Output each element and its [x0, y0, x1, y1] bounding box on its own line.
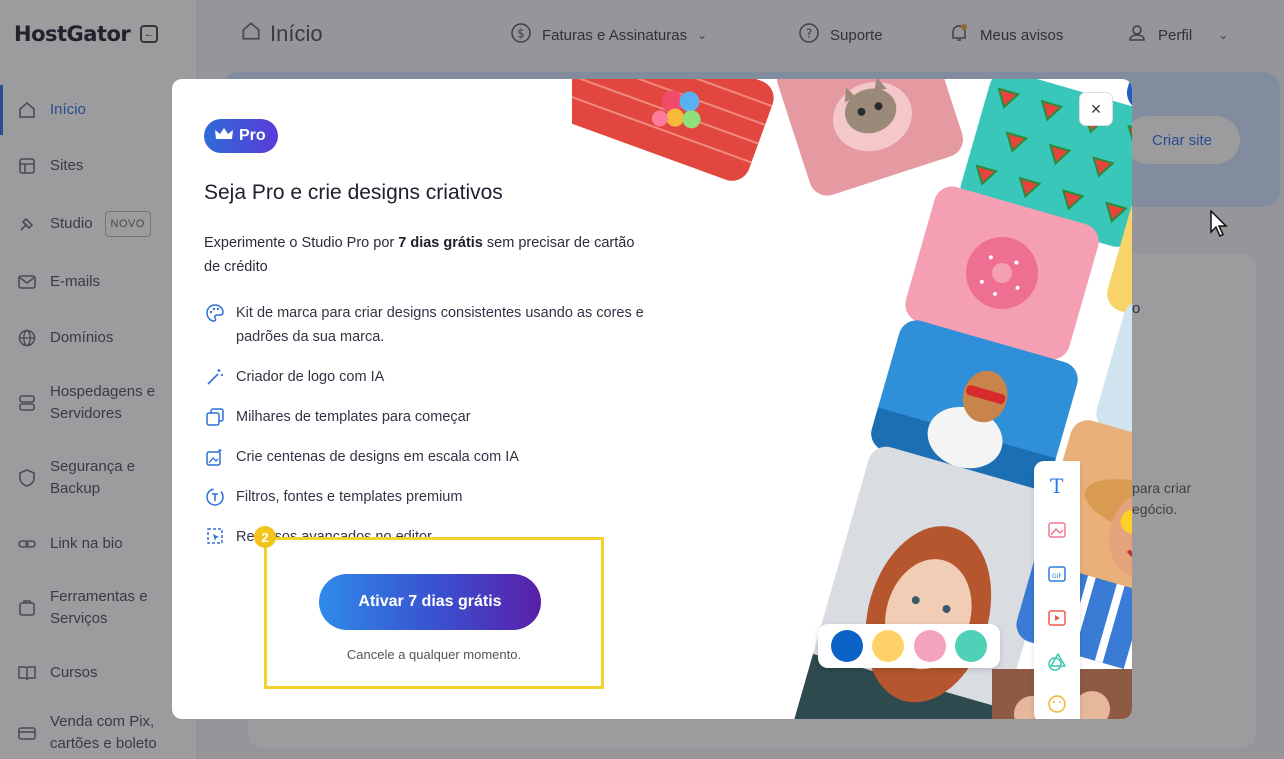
feature-item: Milhares de templates para começar [204, 405, 654, 429]
crown-icon [214, 126, 234, 147]
magic-wand-icon [204, 366, 226, 388]
color-swatch[interactable] [830, 630, 863, 662]
subtitle-text: Experimente o Studio Pro por [204, 235, 399, 251]
close-icon[interactable]: × [1080, 93, 1112, 125]
feature-text: Filtros, fontes e templates premium [236, 489, 463, 505]
pro-badge-label: Pro [239, 127, 266, 144]
balloons-image [572, 79, 779, 186]
editor-toolbar: T GIF [1034, 461, 1080, 719]
cancel-note: Cancele a qualquer momento. [346, 647, 522, 662]
feature-text: Milhares de templates para começar [236, 409, 471, 425]
activate-trial-button[interactable]: Ativar 7 dias grátis [319, 574, 541, 630]
feature-item: Crie centenas de designs em escala com I… [204, 445, 654, 469]
pro-badge: Pro [204, 119, 278, 153]
sticker-tool-icon[interactable] [1046, 693, 1068, 715]
color-swatch[interactable] [913, 630, 946, 662]
images-icon [204, 446, 226, 468]
feature-text: Criador de logo com IA [236, 369, 385, 385]
mouse-cursor-icon [1210, 210, 1228, 238]
modal-subtitle: Experimente o Studio Pro por 7 dias grát… [204, 231, 654, 279]
svg-text:GIF: GIF [1052, 573, 1062, 580]
step-number-badge: 2 [254, 526, 276, 548]
text-tool-icon[interactable]: T [1046, 475, 1068, 497]
svg-text:T: T [1050, 475, 1064, 497]
copy-icon [204, 406, 226, 428]
cat-image [772, 79, 968, 201]
brand-colors-palette [818, 624, 1000, 668]
select-icon [204, 525, 226, 547]
feature-text: Kit de marca para criar designs consiste… [236, 305, 644, 345]
modal-title: Seja Pro e crie designs criativos [204, 181, 503, 204]
pro-upgrade-modal: T GIF Pro Seja Pro e crie designs criati… [172, 79, 1132, 719]
feature-text: Crie centenas de designs em escala com I… [236, 449, 519, 465]
gif-tool-icon[interactable]: GIF [1046, 563, 1068, 585]
color-swatch[interactable] [872, 630, 905, 662]
feature-item: Kit de marca para criar designs consiste… [204, 301, 654, 349]
text-sparkle-icon [204, 486, 226, 508]
subtitle-highlight: 7 dias grátis [398, 235, 483, 251]
shapes-tool-icon[interactable] [1046, 651, 1068, 673]
feature-item: Filtros, fontes e templates premium [204, 485, 654, 509]
palette-icon [204, 302, 226, 324]
color-swatch[interactable] [955, 630, 988, 662]
feature-item: Criador de logo com IA [204, 365, 654, 389]
image-tool-icon[interactable] [1046, 519, 1068, 541]
video-tool-icon[interactable] [1046, 607, 1068, 629]
feature-list: Kit de marca para criar designs consiste… [204, 301, 654, 525]
